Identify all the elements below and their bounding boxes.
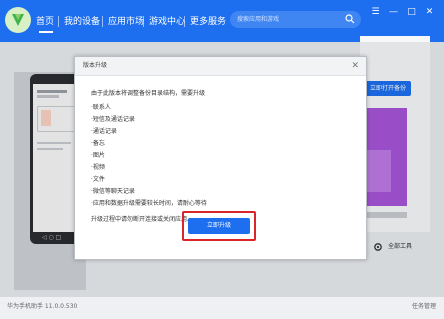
version-text: 华为手机助手 11.0.0.530 xyxy=(7,303,78,310)
dialog-text-line: ·应用和数据升级需要较长时间，请耐心等待 xyxy=(91,200,207,207)
search-placeholder: 搜索应用和游戏 xyxy=(237,16,280,23)
dialog-text-line: ·联系人 xyxy=(91,104,111,111)
nav-more-services-label: 更多服务 xyxy=(190,17,227,27)
dialog-text-line: 由于此版本将调整备份目录结构，需要升级 xyxy=(91,90,206,97)
close-icon[interactable]: ✕ xyxy=(351,59,359,73)
dialog-title: 版本升级 xyxy=(83,62,108,69)
app-logo xyxy=(5,7,31,33)
status-bar: 华为手机助手 11.0.0.530 任务管理 xyxy=(0,296,444,319)
nav-divider xyxy=(58,16,59,27)
upgrade-now-button[interactable]: 立即升级 xyxy=(188,218,250,234)
dialog-text-line: ·视频 xyxy=(91,164,105,171)
nav-divider xyxy=(102,16,103,27)
nav-home[interactable]: 首页 xyxy=(36,14,54,30)
nav-divider xyxy=(184,16,185,27)
dialog-text-line: ·通话记录 xyxy=(91,128,117,135)
maximize-icon[interactable]: □ xyxy=(405,6,418,19)
search-icon[interactable] xyxy=(345,14,355,24)
dialog-text-line: ·图片 xyxy=(91,152,105,159)
dialog-text-line: ·微信等聊天记录 xyxy=(91,188,135,195)
nav-home-label: 首页 xyxy=(36,17,55,27)
dialog-text-line: 升级过程中请勿断开连接或关闭应用。 xyxy=(91,216,194,223)
nav-my-devices-label: 我的设备 xyxy=(64,17,101,27)
dialog-text-line: ·文件 xyxy=(91,176,105,183)
nav-more-services[interactable]: 更多服务 xyxy=(190,14,226,30)
nav-game-center-label: 游戏中心 xyxy=(149,17,186,27)
logo-icon xyxy=(12,14,24,26)
close-icon[interactable]: ✕ xyxy=(423,6,436,19)
nav-home-indicator xyxy=(39,31,53,33)
dialog-text-line: ·备忘 xyxy=(91,140,105,147)
nav-divider xyxy=(143,16,144,27)
nav-app-market[interactable]: 应用市场 xyxy=(108,14,144,30)
minimize-icon[interactable]: — xyxy=(387,6,400,19)
dialog-text-line: ·短信及通话记录 xyxy=(91,116,135,123)
dialog-header: 版本升级 ✕ xyxy=(75,57,366,76)
search-input[interactable]: 搜索应用和游戏 xyxy=(230,11,361,28)
menu-icon[interactable]: ☰ xyxy=(369,6,382,19)
app-window: 首页 我的设备 应用市场 游戏中心 更多服务 搜索应用和游戏 ☰ — □ ✕ ◁… xyxy=(0,0,444,319)
nav-my-devices[interactable]: 我的设备 xyxy=(64,14,100,30)
task-manager-link[interactable]: 任务管理 xyxy=(412,301,436,313)
nav-game-center[interactable]: 游戏中心 xyxy=(149,14,185,30)
nav-app-market-label: 应用市场 xyxy=(108,17,145,27)
